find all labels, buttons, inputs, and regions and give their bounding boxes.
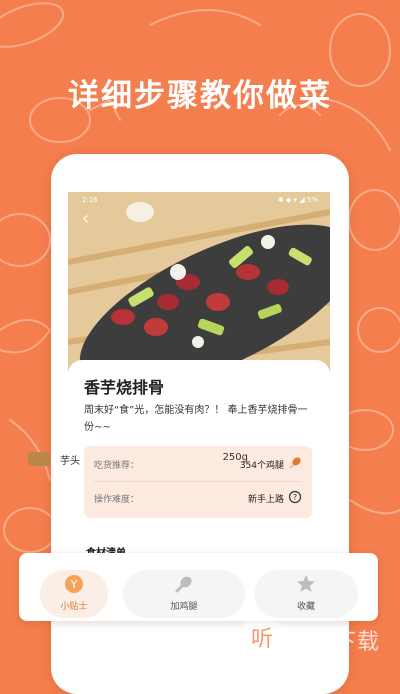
battery-level: 5% [306, 196, 318, 204]
favorite-button[interactable]: 收藏 [254, 570, 358, 618]
question-circle-icon[interactable]: ? [288, 490, 302, 504]
difficulty-row: 操作难度： 新手上路 ? [94, 488, 302, 508]
svg-text:?: ? [293, 493, 297, 502]
svg-text:Y: Y [70, 578, 78, 591]
ingredient-row: 芋头 250g [28, 452, 248, 468]
ingredient-image [28, 452, 50, 466]
difficulty-label: 操作难度： [94, 495, 140, 505]
recipe-title: 香芋烧排骨 [84, 378, 165, 397]
watermark-text: 一听下载 [288, 630, 381, 655]
info-divider [94, 481, 302, 482]
ingredient-amount: 250g [222, 452, 248, 463]
bottom-action-bar: Y 小贴士 加鸡腿 收藏 [19, 553, 378, 621]
drumstick-icon [289, 457, 301, 469]
watermark-logo-icon: 听 [243, 619, 281, 657]
dish-photo [68, 192, 330, 382]
ingredient-name: 芋头 [60, 456, 80, 467]
tips-button[interactable]: Y 小贴士 [40, 570, 108, 618]
back-arrow-icon[interactable]: ‹ [82, 210, 89, 228]
status-bar: 2:16 ✱ ◆ ▾ ◢ 5% [68, 194, 330, 208]
status-icons: ✱ ◆ ▾ ◢ 5% [277, 196, 318, 204]
watermark: 听 一听下载 [240, 614, 400, 661]
lightbulb-icon: Y [65, 575, 83, 593]
tips-label: 小贴士 [60, 602, 88, 612]
recipe-description: 周末好“食”光，怎能没有肉？！ 奉上香芋烧排骨一份~~ [84, 405, 308, 433]
star-icon [297, 575, 315, 592]
page-headline: 详细步骤教你做菜 [68, 78, 332, 114]
status-time: 2:16 [82, 196, 98, 204]
favorite-label: 收藏 [296, 602, 315, 612]
add-chicken-leg-label: 加鸡腿 [170, 602, 198, 612]
drumstick-icon [175, 576, 192, 593]
svg-text:听: 听 [251, 627, 273, 652]
difficulty-value: 新手上路 [247, 495, 284, 505]
add-chicken-leg-button[interactable]: 加鸡腿 [123, 570, 245, 618]
